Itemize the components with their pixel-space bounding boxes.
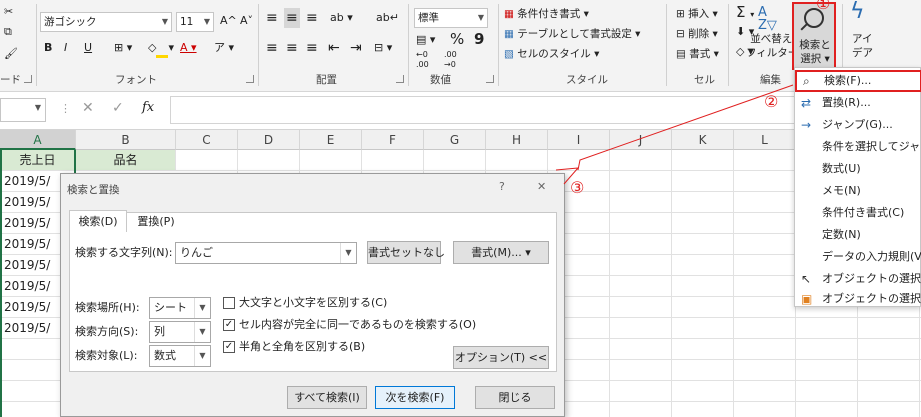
annotation-arrow-line <box>577 84 794 171</box>
annotation-arrow-head <box>555 167 580 185</box>
annotation-arrow <box>555 84 794 185</box>
